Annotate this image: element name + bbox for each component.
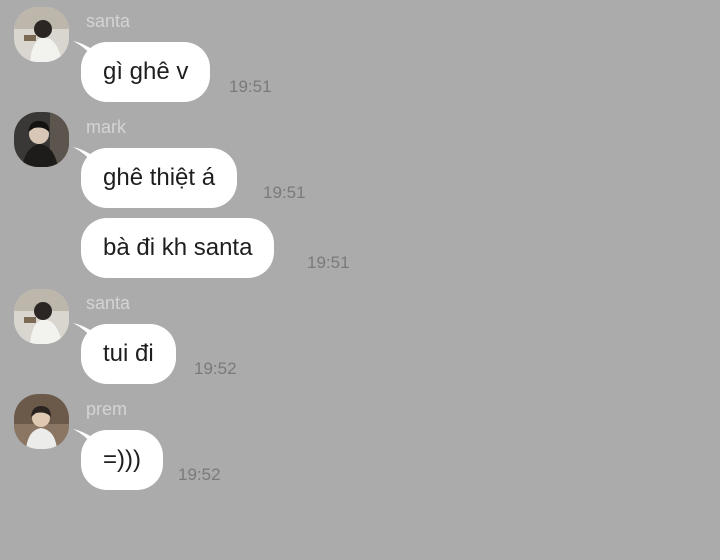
- sender-name: santa: [86, 11, 131, 31]
- bubble-tail: [73, 429, 95, 447]
- bubble-tail: [73, 41, 95, 59]
- message-text: tui đi: [103, 340, 154, 367]
- message-timestamp: 19:52: [178, 465, 221, 484]
- message-bubble[interactable]: tui đi: [73, 323, 176, 384]
- bubble-tail: [73, 147, 95, 165]
- message-text: gì ghê v: [103, 58, 189, 85]
- santa-avatar[interactable]: [14, 289, 69, 344]
- message-bubble[interactable]: ghê thiệt á: [73, 147, 238, 208]
- bubble-tail: [73, 323, 95, 341]
- message-timestamp: 19:51: [229, 77, 272, 96]
- message-bubble[interactable]: bà đi kh santa: [81, 218, 275, 278]
- prem-avatar[interactable]: [14, 394, 69, 449]
- sender-name: prem: [86, 399, 128, 419]
- message-bubble[interactable]: gì ghê v: [73, 41, 211, 102]
- message-text: =))): [103, 446, 141, 473]
- santa-avatar[interactable]: [14, 7, 69, 62]
- message-timestamp: 19:52: [194, 359, 237, 378]
- message-text: ghê thiệt á: [103, 164, 216, 191]
- message-text: bà đi kh santa: [103, 234, 253, 261]
- sender-name: santa: [86, 293, 131, 313]
- message-timestamp: 19:51: [263, 183, 306, 202]
- mark-avatar[interactable]: [14, 112, 69, 167]
- message-bubble[interactable]: =))): [73, 429, 163, 490]
- sender-name: mark: [86, 117, 126, 137]
- message-timestamp: 19:51: [307, 253, 350, 272]
